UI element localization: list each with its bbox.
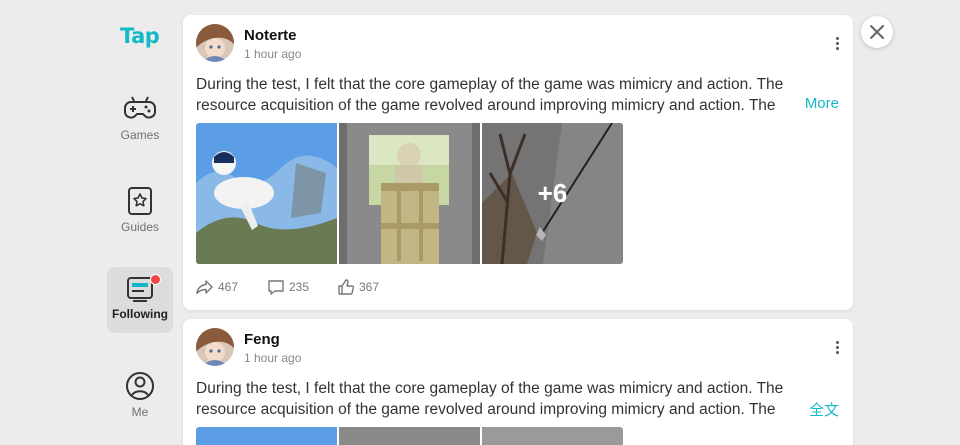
avatar[interactable] [196,24,234,62]
sidebar-item-games[interactable]: Games [107,88,173,154]
post-author[interactable]: Noterte [244,27,297,44]
gamepad-icon [124,96,156,119]
post-image[interactable] [196,123,337,264]
more-images-count[interactable]: +6 [482,123,623,264]
avatar[interactable] [196,328,234,366]
guides-icon [128,187,152,215]
share-count: 467 [218,280,239,294]
share-icon [196,280,213,295]
close-button[interactable] [861,16,893,48]
more-link[interactable]: More [778,95,839,112]
post-time: 1 hour ago [244,351,302,365]
avatar-image [196,24,234,62]
sidebar-item-following[interactable]: Following [107,267,173,333]
thumbs-up-icon [338,279,355,295]
app-logo[interactable]: Tap [120,24,160,48]
sidebar-item-me[interactable]: Me [107,365,173,431]
comment-icon [268,280,284,295]
post-image[interactable] [482,427,623,445]
more-options-icon[interactable] [833,341,841,355]
post-body: During the test, I felt that the core ga… [196,76,784,114]
comment-count: 235 [289,280,310,294]
avatar-image [196,328,234,366]
sidebar-item-label: Guides [120,220,160,234]
close-icon [870,25,884,39]
like-button[interactable]: 367 [337,278,379,296]
sidebar-item-label: Games [120,128,160,142]
notification-badge [150,274,161,285]
sidebar-item-label: Following [112,307,168,321]
user-icon [126,372,154,400]
post-body: During the test, I felt that the core ga… [196,380,784,418]
post-image[interactable] [339,427,480,445]
share-button[interactable]: 467 [196,278,238,296]
more-options-icon[interactable] [833,37,841,51]
post-image[interactable] [196,427,337,445]
post-image[interactable] [339,123,480,264]
sidebar-item-label: Me [131,405,149,419]
like-count: 367 [359,280,380,294]
sidebar: Tap Games Guides Following Me [104,0,176,445]
more-link[interactable]: 全文 [782,399,839,420]
post-author[interactable]: Feng [244,331,280,348]
comment-button[interactable]: 235 [267,278,309,296]
post-card[interactable]: Feng 1 hour ago During the test, I felt … [183,319,853,445]
post-time: 1 hour ago [244,47,302,61]
post-card[interactable]: Noterte 1 hour ago During the test, I fe… [183,15,853,310]
sidebar-item-guides[interactable]: Guides [107,180,173,246]
post-image[interactable]: +6 [482,123,623,264]
